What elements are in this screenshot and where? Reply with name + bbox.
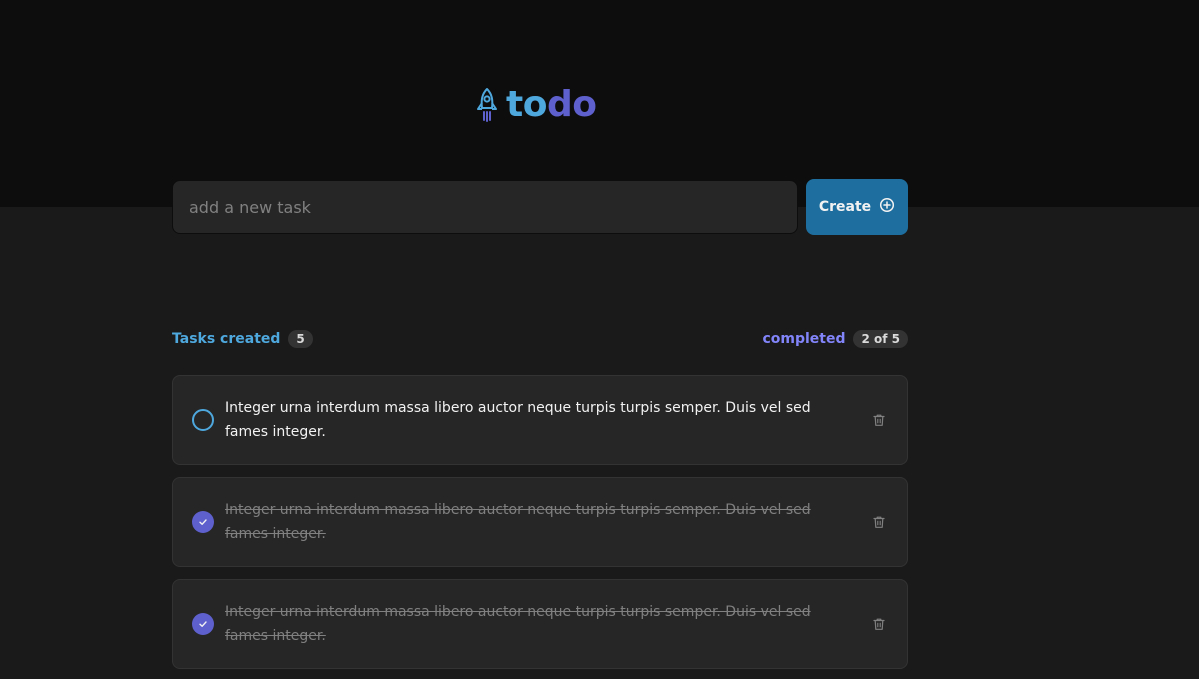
task-text: Integer urna interdum massa libero aucto…: [225, 502, 811, 542]
plus-circle-icon: [879, 197, 895, 217]
trash-icon[interactable]: [867, 510, 891, 534]
check-icon: [199, 621, 207, 627]
new-task-input[interactable]: [172, 180, 798, 234]
logo: todo: [476, 84, 597, 126]
create-button[interactable]: Create: [806, 179, 908, 235]
check-icon: [199, 519, 207, 525]
task-item: Integer urna interdum massa libero aucto…: [172, 375, 908, 465]
task-text: Integer urna interdum massa libero aucto…: [225, 400, 811, 440]
task-list: Integer urna interdum massa libero aucto…: [172, 375, 908, 669]
tasks-completed-count: 2 of 5: [853, 330, 908, 348]
create-button-label: Create: [818, 199, 872, 215]
task-checkbox[interactable]: [192, 511, 214, 533]
task-checkbox[interactable]: [192, 613, 214, 635]
app-title: todo: [506, 84, 597, 125]
tasks-created-stat: Tasks created 5: [172, 330, 313, 348]
task-text: Integer urna interdum massa libero aucto…: [225, 604, 811, 644]
trash-icon[interactable]: [867, 408, 891, 432]
tasks-completed-label: completed: [762, 331, 846, 347]
tasks-created-label: Tasks created: [172, 331, 281, 347]
header: todo: [0, 0, 1199, 207]
tasks-created-count: 5: [288, 330, 313, 348]
app-title-part2: do: [546, 84, 597, 125]
tasks-completed-stat: completed 2 of 5: [762, 330, 908, 348]
task-checkbox[interactable]: [192, 409, 214, 431]
trash-icon[interactable]: [867, 612, 891, 636]
new-task-form: Create: [172, 179, 908, 235]
rocket-icon: [476, 87, 498, 123]
app-title-part1: to: [506, 84, 547, 125]
task-item: Integer urna interdum massa libero aucto…: [172, 477, 908, 567]
task-stats: Tasks created 5 completed 2 of 5: [172, 327, 908, 351]
task-item: Integer urna interdum massa libero aucto…: [172, 579, 908, 669]
